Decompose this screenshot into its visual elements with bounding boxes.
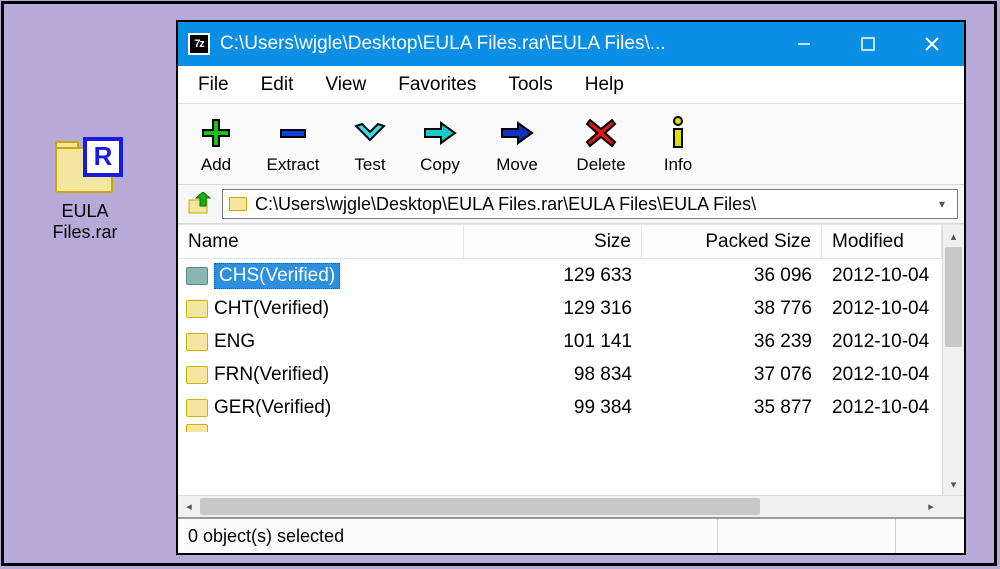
menubar: File Edit View Favorites Tools Help	[178, 66, 964, 104]
close-button[interactable]	[900, 22, 964, 66]
toolbar-info-label: Info	[664, 155, 692, 175]
toolbar-move-label: Move	[496, 155, 538, 175]
toolbar-delete[interactable]: Delete	[564, 109, 638, 181]
folder-icon	[186, 333, 208, 351]
column-packed-size[interactable]: Packed Size	[642, 225, 822, 258]
menu-help[interactable]: Help	[571, 70, 638, 100]
menu-view[interactable]: View	[311, 70, 380, 100]
toolbar-copy[interactable]: Copy	[410, 109, 470, 181]
item-packed-size: 38 776	[642, 298, 822, 320]
toolbar-add[interactable]: Add	[186, 109, 246, 181]
list-item[interactable]: FRN(Verified) 98 83437 0762012-10-04	[178, 358, 942, 391]
arrow-right-solid-icon	[498, 115, 536, 151]
item-modified: 2012-10-04	[822, 364, 942, 386]
toolbar-test[interactable]: Test	[340, 109, 400, 181]
toolbar-move[interactable]: Move	[480, 109, 554, 181]
file-list: Name Size Packed Size Modified CHS(Verif…	[178, 224, 964, 495]
item-size: 129 633	[464, 265, 642, 287]
scroll-thumb[interactable]	[945, 247, 962, 347]
item-modified: 2012-10-04	[822, 265, 942, 287]
chevron-down-icon[interactable]: ▾	[933, 197, 951, 211]
menu-file[interactable]: File	[184, 70, 243, 100]
toolbar-add-label: Add	[201, 155, 231, 175]
minimize-icon	[797, 37, 811, 51]
item-packed-size: 36 239	[642, 331, 822, 353]
folder-icon	[186, 399, 208, 417]
column-size[interactable]: Size	[464, 225, 642, 258]
maximize-icon	[861, 37, 875, 51]
menu-favorites[interactable]: Favorites	[384, 70, 490, 100]
list-item[interactable]: ENG 101 14136 2392012-10-04	[178, 325, 942, 358]
toolbar-copy-label: Copy	[420, 155, 460, 175]
minimize-button[interactable]	[772, 22, 836, 66]
folder-icon	[229, 197, 247, 211]
rar-file-icon: R	[53, 141, 117, 195]
vertical-scrollbar[interactable]: ▴ ▾	[942, 225, 964, 495]
item-packed-size: 35 877	[642, 397, 822, 419]
info-icon	[667, 115, 689, 151]
desktop-file-icon[interactable]: R EULA Files.rar	[40, 141, 130, 243]
titlebar[interactable]: 7z C:\Users\wjgle\Desktop\EULA Files.rar…	[178, 22, 964, 66]
item-packed-size: 36 096	[642, 265, 822, 287]
scroll-left-icon[interactable]: ◂	[178, 496, 200, 517]
desktop-file-label: EULA Files.rar	[40, 201, 130, 243]
toolbar-info[interactable]: Info	[648, 109, 708, 181]
delete-x-icon	[585, 115, 617, 151]
folder-icon	[186, 300, 208, 318]
list-item[interactable]	[178, 424, 942, 434]
item-name: GER(Verified)	[214, 397, 331, 419]
item-size: 129 316	[464, 298, 642, 320]
item-name: CHS(Verified)	[214, 263, 340, 289]
path-text: C:\Users\wjgle\Desktop\EULA Files.rar\EU…	[255, 194, 925, 215]
folder-icon	[186, 424, 208, 432]
check-icon	[352, 115, 388, 151]
toolbar: Add Extract Test Copy Move	[178, 104, 964, 184]
window-title: C:\Users\wjgle\Desktop\EULA Files.rar\EU…	[220, 33, 772, 55]
plus-icon	[199, 115, 233, 151]
item-modified: 2012-10-04	[822, 298, 942, 320]
status-text: 0 object(s) selected	[178, 519, 718, 553]
pathbar: C:\Users\wjgle\Desktop\EULA Files.rar\EU…	[178, 184, 964, 224]
maximize-button[interactable]	[836, 22, 900, 66]
column-headers: Name Size Packed Size Modified	[178, 225, 942, 259]
scroll-thumb[interactable]	[200, 498, 760, 515]
item-name: ENG	[214, 331, 255, 353]
scroll-right-icon[interactable]: ▸	[920, 496, 942, 517]
item-size: 98 834	[464, 364, 642, 386]
item-packed-size: 37 076	[642, 364, 822, 386]
item-name: CHT(Verified)	[214, 298, 329, 320]
menu-tools[interactable]: Tools	[494, 70, 566, 100]
column-modified[interactable]: Modified	[822, 225, 942, 258]
list-item[interactable]: CHT(Verified) 129 31638 7762012-10-04	[178, 292, 942, 325]
scroll-down-icon[interactable]: ▾	[943, 473, 964, 495]
menu-edit[interactable]: Edit	[247, 70, 308, 100]
toolbar-test-label: Test	[354, 155, 385, 175]
horizontal-scrollbar[interactable]: ◂ ▸	[178, 495, 964, 517]
toolbar-extract-label: Extract	[267, 155, 320, 175]
close-icon	[925, 37, 939, 51]
statusbar: 0 object(s) selected	[178, 517, 964, 553]
rar-badge: R	[83, 137, 123, 177]
scroll-up-icon[interactable]: ▴	[943, 225, 964, 247]
item-size: 99 384	[464, 397, 642, 419]
up-button[interactable]	[184, 190, 214, 218]
folder-icon	[186, 366, 208, 384]
item-name: FRN(Verified)	[214, 364, 329, 386]
app-icon: 7z	[188, 33, 210, 55]
toolbar-extract[interactable]: Extract	[256, 109, 330, 181]
sevenzip-window: 7z C:\Users\wjgle\Desktop\EULA Files.rar…	[176, 20, 966, 555]
column-name[interactable]: Name	[178, 225, 464, 258]
arrow-right-outline-icon	[421, 115, 459, 151]
item-modified: 2012-10-04	[822, 397, 942, 419]
item-modified: 2012-10-04	[822, 331, 942, 353]
list-item[interactable]: CHS(Verified) 129 63336 0962012-10-04	[178, 259, 942, 292]
folder-up-icon	[187, 192, 211, 216]
status-pane-2	[718, 519, 896, 553]
list-item[interactable]: GER(Verified) 99 38435 8772012-10-04	[178, 391, 942, 424]
item-size: 101 141	[464, 331, 642, 353]
folder-icon	[186, 267, 208, 285]
minus-icon	[276, 115, 310, 151]
toolbar-delete-label: Delete	[576, 155, 625, 175]
path-field[interactable]: C:\Users\wjgle\Desktop\EULA Files.rar\EU…	[222, 189, 958, 219]
